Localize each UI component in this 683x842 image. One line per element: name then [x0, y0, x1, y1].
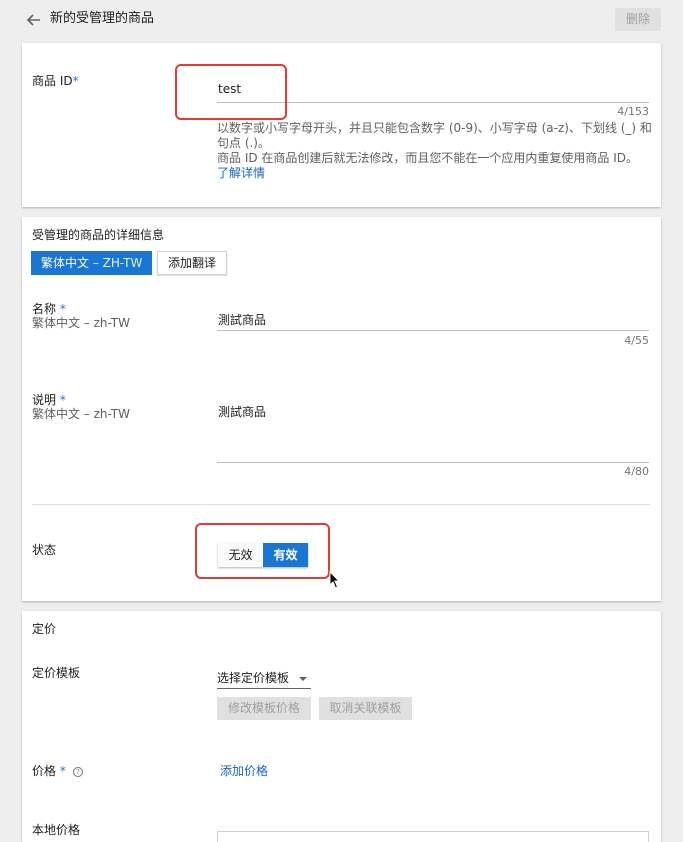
pricing-template-select[interactable]: 选择定价模板	[217, 669, 311, 689]
description-input[interactable]: 測試商品	[218, 404, 266, 420]
name-counter: 4/55	[624, 334, 649, 347]
required-mark: *	[59, 393, 66, 407]
delete-button[interactable]: 删除	[615, 8, 661, 31]
dropdown-caret-icon	[299, 677, 307, 681]
local-price-table	[217, 831, 649, 842]
product-id-card: 商品 ID* test 4/153 以数字或小写字母开头，并且只能包含数字 (0…	[22, 43, 661, 207]
required-mark: *	[72, 74, 79, 88]
description-locale: 繁体中文 – zh-TW	[32, 407, 130, 421]
highlight-box-status	[195, 523, 330, 579]
product-id-help: 以数字或小写字母开头，并且只能包含数字 (0-9)、小写字母 (a-z)、下划线…	[217, 121, 652, 181]
back-arrow-icon[interactable]	[24, 10, 44, 30]
name-locale: 繁体中文 – zh-TW	[32, 316, 130, 330]
help-line: 句点 (.)。	[217, 136, 270, 150]
status-label: 状态	[32, 543, 57, 557]
pricing-template-select-value: 选择定价模板	[217, 671, 290, 685]
description-underline	[217, 462, 649, 463]
price-label: 价格 *	[32, 764, 66, 778]
name-underline	[217, 330, 649, 331]
details-section-title: 受管理的商品的详细信息	[32, 228, 165, 242]
unlink-template-button[interactable]: 取消关联模板	[319, 697, 412, 720]
language-tab-label: 繁体中文	[41, 256, 90, 270]
help-circle-icon[interactable]: ?	[73, 767, 83, 777]
add-translation-button[interactable]: 添加翻译	[157, 251, 227, 275]
pricing-template-label: 定价模板	[32, 666, 81, 680]
edit-template-price-button[interactable]: 修改模板价格	[217, 697, 311, 720]
pricing-section-title: 定价	[32, 622, 57, 636]
product-id-counter: 4/153	[617, 105, 649, 118]
name-input[interactable]: 測試商品	[218, 312, 266, 328]
help-line: 以数字或小写字母开头，并且只能包含数字 (0-9)、小写字母 (a-z)、下划线…	[217, 121, 652, 135]
language-tab-zh-tw[interactable]: 繁体中文 – ZH-TW	[31, 251, 153, 275]
top-bar: 新的受管理的商品 删除	[0, 0, 683, 40]
page-title: 新的受管理的商品	[50, 11, 155, 26]
learn-more-link[interactable]: 了解详情	[217, 166, 652, 181]
help-line: 商品 ID 在商品创建后就无法修改，而且您不能在一个应用内重复使用商品 ID。	[217, 151, 639, 165]
details-card: 受管理的商品的详细信息 繁体中文 – ZH-TW 添加翻译 名称 * 繁体中文 …	[22, 217, 661, 601]
required-mark: *	[59, 764, 66, 778]
add-price-link[interactable]: 添加价格	[220, 763, 268, 779]
mouse-pointer-icon	[329, 571, 341, 589]
local-price-label: 本地价格	[32, 823, 81, 837]
language-tab-code: – ZH-TW	[89, 256, 143, 270]
highlight-box-product-id	[175, 64, 287, 120]
divider	[32, 504, 650, 505]
pricing-card: 定价 定价模板 选择定价模板 修改模板价格 取消关联模板 价格 * ? 添加价格…	[22, 611, 661, 842]
required-mark: *	[59, 302, 66, 316]
description-counter: 4/80	[624, 465, 649, 478]
product-id-label: 商品 ID*	[32, 74, 79, 88]
